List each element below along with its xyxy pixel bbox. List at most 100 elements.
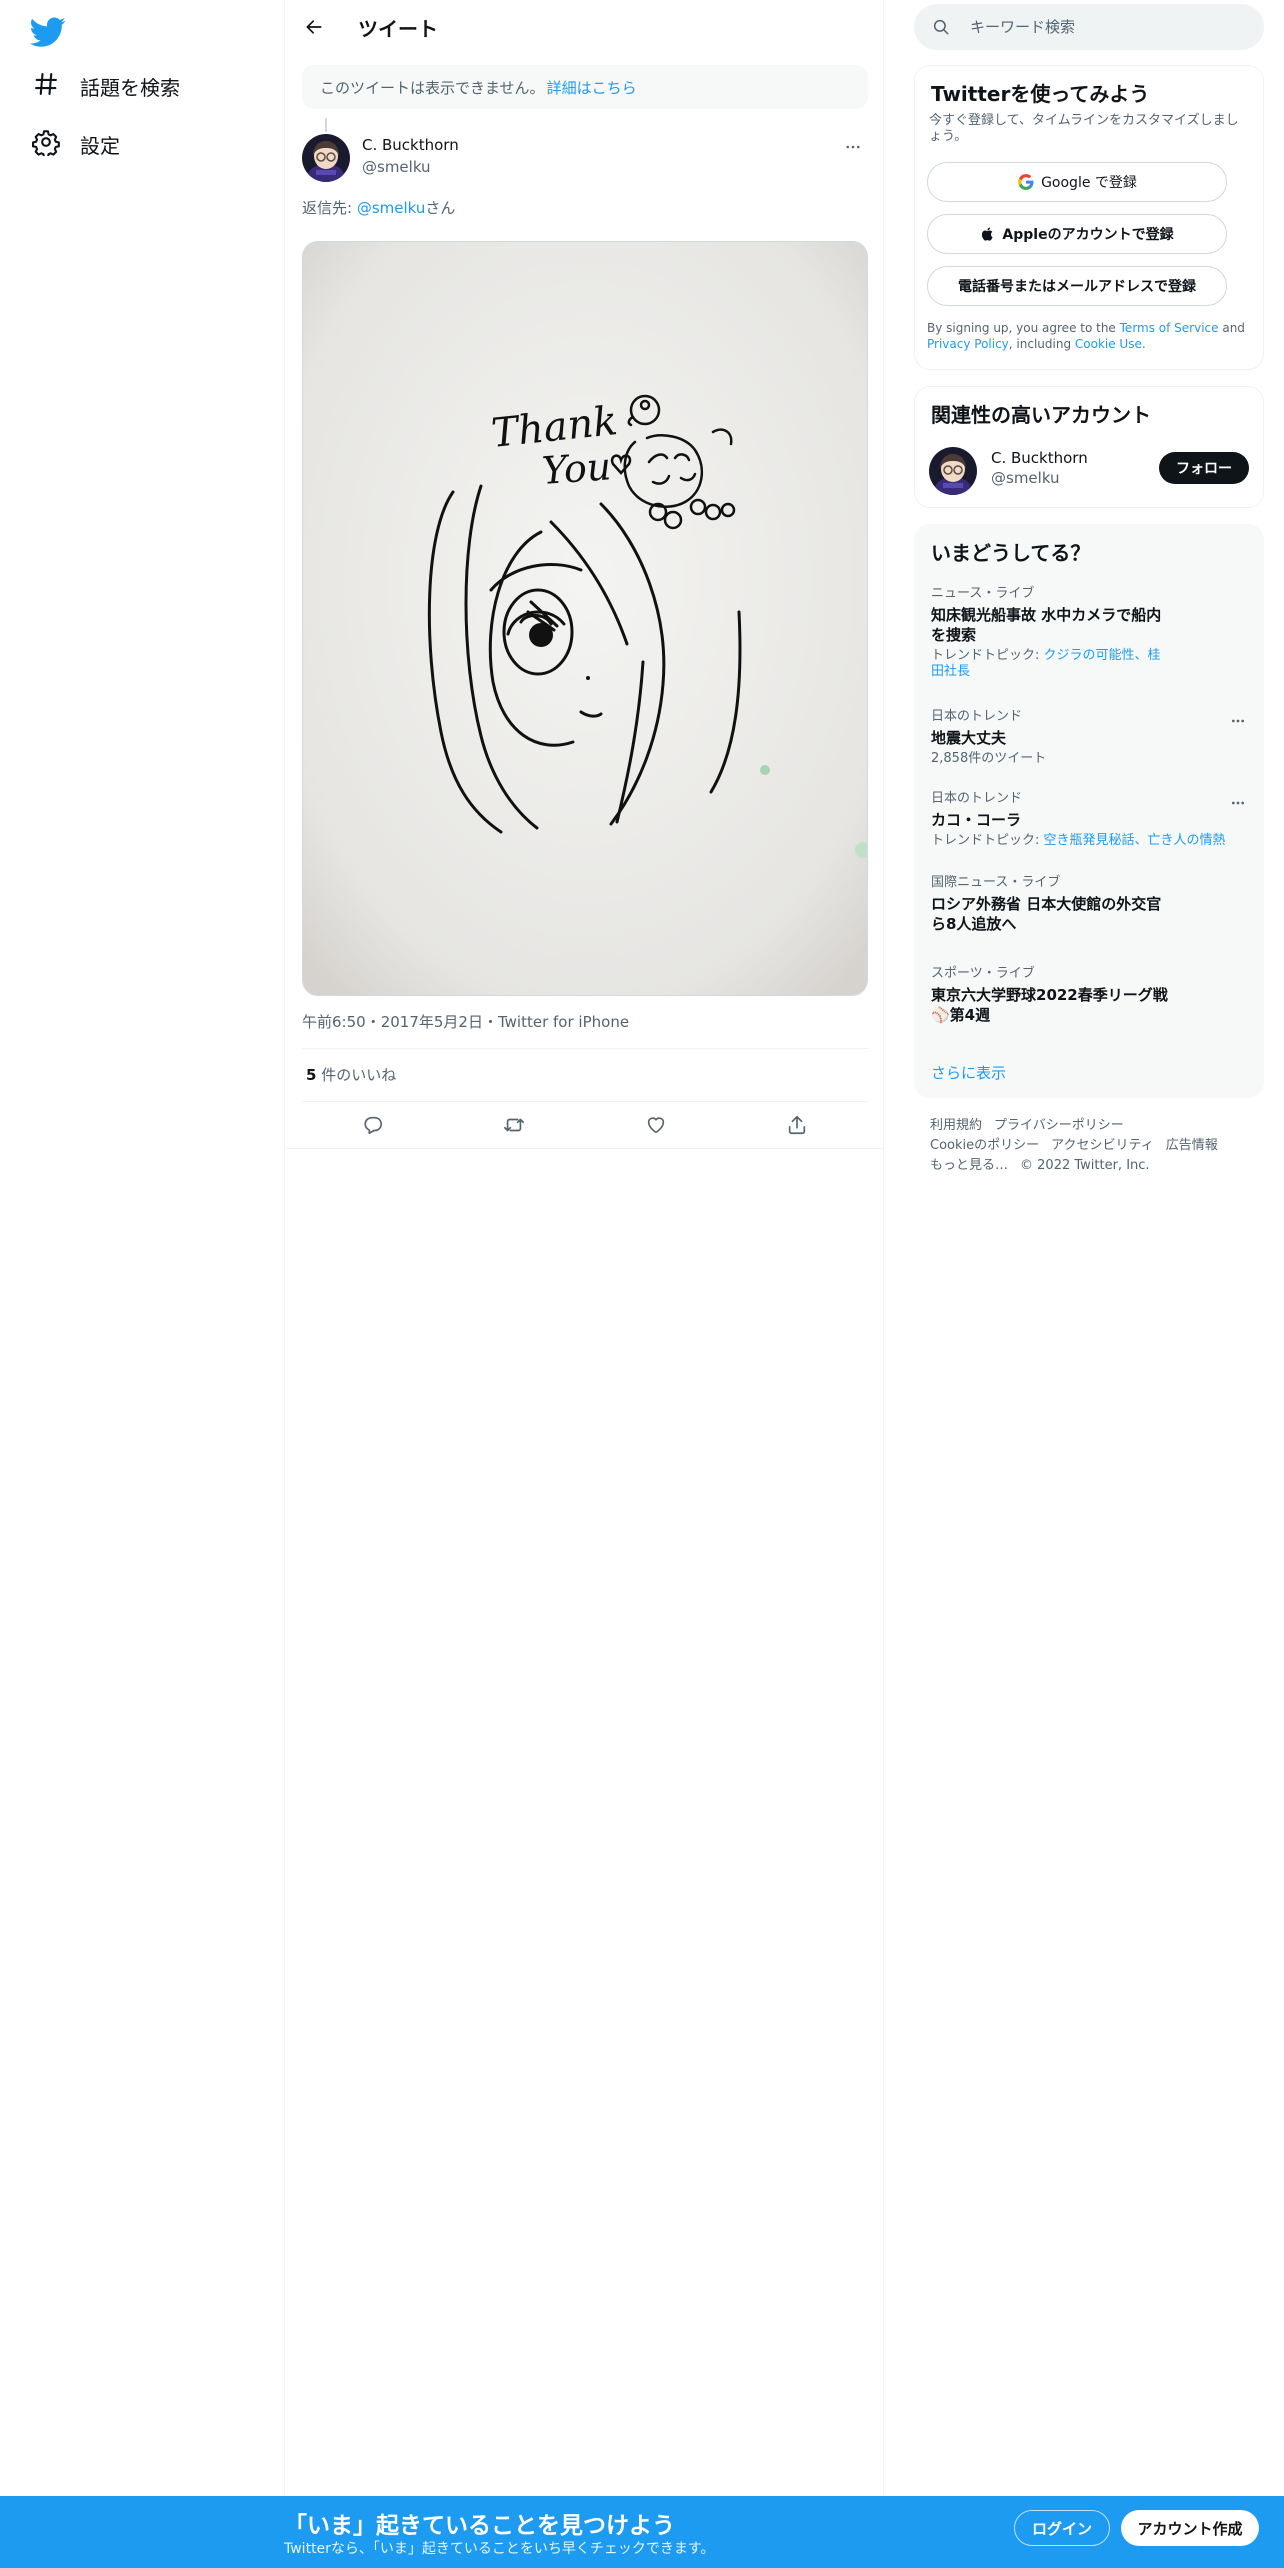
related-account-name[interactable]: C. Buckthorn bbox=[991, 449, 1088, 467]
legal-text: and bbox=[1218, 321, 1245, 335]
trend-item[interactable]: スポーツ・ライブ 東京六大学野球2022春季リーグ戦 ⚾第4週 bbox=[931, 966, 1241, 1025]
bottom-bar-subtitle: Twitterなら、「いま」起きていることをいち早くチェックできます。 bbox=[284, 2541, 715, 2557]
tweet-more-button[interactable] bbox=[838, 132, 868, 162]
avatar[interactable] bbox=[302, 134, 350, 182]
trend-item[interactable]: 日本のトレンド 地震大丈夫 2,858件のツイート bbox=[931, 709, 1241, 767]
likes-label: 件のいいね bbox=[316, 1066, 397, 1084]
trend-topic-links[interactable]: 空き瓶発見秘話、亡き人の情熱 bbox=[1044, 833, 1226, 848]
trend-context: 日本のトレンド bbox=[931, 709, 1023, 724]
tweet-date[interactable]: 2017年5月2日 bbox=[381, 1013, 483, 1031]
reply-mention-link[interactable]: @smelku bbox=[357, 199, 426, 217]
tweet-timestamp: 午前6:50・2017年5月2日・Twitter for iPhone bbox=[302, 1011, 629, 1032]
nav-settings-label: 設定 bbox=[80, 133, 120, 158]
google-signup-button[interactable]: Google で登録 bbox=[927, 162, 1227, 202]
hashtag-icon bbox=[32, 70, 60, 102]
more-icon bbox=[1232, 801, 1244, 805]
footer-link-more[interactable]: もっと見る… bbox=[930, 1158, 1008, 1173]
trend-subtitle: トレンドトピック: 空き瓶発見秘話、亡き人の情熱 bbox=[931, 833, 1241, 849]
create-account-button[interactable]: アカウント作成 bbox=[1121, 2510, 1259, 2546]
reply-context: 返信先: @smelkuさん bbox=[302, 197, 455, 218]
apple-signup-button[interactable]: Appleのアカウントで登録 bbox=[927, 214, 1227, 254]
page-header: ツイート bbox=[286, 0, 883, 54]
thank-you-drawing: Thank You bbox=[303, 242, 867, 995]
signup-card: Twitterを使ってみよう 今すぐ登録して、タイムラインをカスタマイズしましょ… bbox=[914, 65, 1264, 370]
signup-subtitle: 今すぐ登録して、タイムラインをカスタマイズしましょう。 bbox=[929, 113, 1239, 144]
left-sidebar: 話題を検索 設定 bbox=[0, 0, 285, 2496]
trend-sub-prefix: トレンドトピック: bbox=[931, 833, 1044, 848]
login-button[interactable]: ログイン bbox=[1014, 2510, 1110, 2546]
copyright: © 2022 Twitter, Inc. bbox=[1020, 1158, 1150, 1173]
thread-connector bbox=[325, 118, 327, 132]
tweet-photo[interactable]: Thank You bbox=[302, 241, 868, 996]
signup-legal-text: By signing up, you agree to the Terms of… bbox=[927, 320, 1257, 352]
cookie-link[interactable]: Cookie Use bbox=[1075, 337, 1142, 351]
divider bbox=[286, 1148, 883, 1149]
share-icon bbox=[789, 1115, 806, 1135]
like-button[interactable] bbox=[637, 1106, 675, 1144]
footer-link-terms[interactable]: 利用規約 bbox=[930, 1118, 982, 1133]
trend-more-button[interactable] bbox=[1225, 793, 1251, 813]
footer-link-cookies[interactable]: Cookieのポリシー bbox=[930, 1138, 1039, 1153]
trend-title: 東京六大学野球2022春季リーグ戦 ⚾第4週 bbox=[931, 986, 1168, 1024]
tweet-source[interactable]: Twitter for iPhone bbox=[498, 1013, 629, 1031]
signup-title: Twitterを使ってみよう bbox=[931, 82, 1150, 106]
back-button[interactable] bbox=[298, 11, 330, 43]
trend-title: カコ・コーラ bbox=[931, 811, 1022, 829]
trend-title: 地震大丈夫 bbox=[931, 729, 1007, 747]
notice-learn-more-link[interactable]: 詳細はこちら bbox=[547, 77, 637, 98]
search-icon bbox=[933, 19, 949, 35]
trends-title: いまどうしてる？ bbox=[931, 541, 1091, 565]
trend-sub-prefix: トレンドトピック: bbox=[931, 648, 1044, 663]
reply-prefix: 返信先: bbox=[302, 199, 357, 217]
trend-subtitle: トレンドトピック: クジラの可能性、桂田社長 bbox=[931, 648, 1171, 680]
meta-separator: ・ bbox=[482, 1013, 498, 1031]
trend-item[interactable]: ニュース・ライブ 知床観光船事故 水中カメラで船内を捜索 トレンドトピック: ク… bbox=[931, 586, 1241, 680]
nav-explore[interactable]: 話題を検索 bbox=[32, 64, 180, 108]
tweet-time[interactable]: 午前6:50 bbox=[302, 1013, 366, 1031]
google-signup-label: Google で登録 bbox=[1041, 175, 1137, 191]
nav-settings[interactable]: 設定 bbox=[32, 122, 120, 166]
footer-link-accessibility[interactable]: アクセシビリティ bbox=[1051, 1138, 1154, 1153]
trend-item[interactable]: 日本のトレンド カコ・コーラ トレンドトピック: 空き瓶発見秘話、亡き人の情熱 bbox=[931, 791, 1241, 849]
tweet-actions bbox=[302, 1104, 868, 1146]
phone-email-signup-button[interactable]: 電話番号またはメールアドレスで登録 bbox=[927, 266, 1227, 306]
show-more-link[interactable]: さらに表示 bbox=[931, 1062, 1006, 1083]
legal-text: , including bbox=[1008, 337, 1075, 351]
trend-context: ニュース・ライブ bbox=[931, 586, 1035, 601]
divider bbox=[302, 1048, 868, 1049]
author-name[interactable]: C. Buckthorn bbox=[362, 136, 459, 154]
more-icon bbox=[846, 145, 860, 149]
follow-button[interactable]: フォロー bbox=[1159, 452, 1249, 484]
search-input[interactable] bbox=[970, 13, 1250, 41]
privacy-link[interactable]: Privacy Policy bbox=[927, 337, 1009, 351]
main-column: ツイート このツイートは表示できません。 詳細はこちら C. Buckthorn… bbox=[286, 0, 884, 2496]
footer-link-ads[interactable]: 広告情報 bbox=[1166, 1138, 1218, 1153]
retweet-button[interactable] bbox=[495, 1106, 533, 1144]
trend-title: ロシア外務省 日本大使館の外交官ら8人追放へ bbox=[931, 895, 1162, 933]
retweet-icon bbox=[504, 1118, 525, 1132]
bottom-signup-bar: 「いま」起きていることを見つけよう Twitterなら、「いま」起きていることを… bbox=[0, 2496, 1284, 2568]
apple-signup-label: Appleのアカウントで登録 bbox=[1002, 227, 1174, 243]
related-accounts-card: 関連性の高いアカウント C. Buckthorn @smelku フォロー bbox=[914, 386, 1264, 508]
trend-item[interactable]: 国際ニュース・ライブ ロシア外務省 日本大使館の外交官ら8人追放へ bbox=[931, 875, 1241, 934]
terms-link[interactable]: Terms of Service bbox=[1120, 321, 1219, 335]
legal-text: . bbox=[1141, 337, 1146, 351]
likes-count[interactable]: 5 件のいいね bbox=[306, 1064, 396, 1085]
heart-icon bbox=[647, 1117, 664, 1134]
footer-link-privacy[interactable]: プライバシーポリシー bbox=[994, 1118, 1124, 1133]
related-avatar[interactable] bbox=[929, 447, 977, 495]
search-box[interactable] bbox=[914, 4, 1264, 50]
page-title: ツイート bbox=[358, 17, 438, 41]
trends-card: いまどうしてる？ ニュース・ライブ 知床観光船事故 水中カメラで船内を捜索 トレ… bbox=[914, 524, 1264, 1098]
drawing-text-you: You bbox=[541, 444, 613, 493]
meta-separator: ・ bbox=[365, 1013, 381, 1031]
share-button[interactable] bbox=[778, 1106, 816, 1144]
more-icon bbox=[1232, 719, 1244, 723]
reply-button[interactable] bbox=[354, 1106, 392, 1144]
gear-icon bbox=[32, 128, 60, 160]
trend-more-button[interactable] bbox=[1225, 711, 1251, 731]
reply-icon bbox=[364, 1116, 382, 1135]
divider bbox=[302, 1101, 868, 1102]
nav-explore-label: 話題を検索 bbox=[80, 75, 180, 100]
twitter-logo-icon[interactable] bbox=[29, 14, 66, 50]
